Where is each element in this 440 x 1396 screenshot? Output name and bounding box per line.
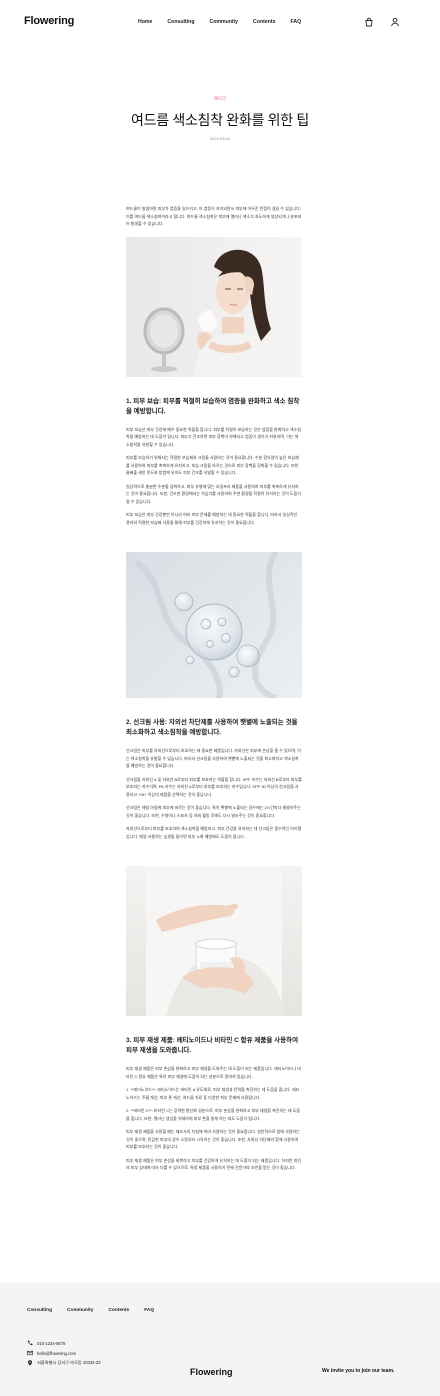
footer-nav-consulting[interactable]: Consulting [27, 1308, 52, 1313]
footer-contact: 010-1234-5678 hello@flowering.com 서울특별시 … [27, 1338, 101, 1368]
cream-jar-photo [126, 866, 302, 1016]
nav-community[interactable]: Community [210, 19, 239, 25]
skincare-woman-photo [126, 236, 302, 377]
mail-icon [27, 1350, 33, 1356]
section-1-paragraph: 피부를 보습하기 위해서는 적절한 보습제와 크림을 사용하는 것이 중요합니다… [126, 455, 300, 475]
footer-nav: Consulting Community Contents FAQ [27, 1308, 154, 1313]
section-3-paragraph: 피부 재생 제품은 피부 손상을 회복하고 피부를 건강하게 유지하는 데 도움… [126, 1157, 301, 1171]
post-date: 2022.03.04 [209, 136, 231, 141]
footer-email: hello@flowering.com [27, 1348, 101, 1358]
section-3-heading: 3. 피부 재생 제품: 레티노이드나 비타민 C 함유 제품을 사용하여 피부… [126, 1037, 299, 1054]
user-icon[interactable] [390, 17, 400, 27]
post-body: 여드름이 발생하면 피부가 염증을 일으키고, 이 염증이 지속되면서 피부에 … [126, 205, 302, 1178]
section-2-paragraph: 자외선으로부터 피부를 보호하여 색소침착을 예방하고, 피부 건강을 유지하는… [126, 826, 302, 839]
bag-icon[interactable] [364, 17, 374, 27]
footer-logo[interactable]: Flowering [190, 1367, 233, 1377]
section-1-heading: 1. 피부 보습: 피부를 적절히 보습하여 염증을 완화하고 색소 침착을 예… [126, 397, 300, 415]
section-2-paragraph: 선크림은 매일 아침에 피부에 바르는 것이 좋습니다. 특히 햇볕에 노출되는… [126, 805, 301, 818]
footer-address: 서울특별시 강서구 마곡동 33333-33 [27, 1358, 101, 1368]
section-3-paragraph: 피부 재생 제품을 사용할 때는 제조사의 지침에 따라 사용하는 것이 중요합… [126, 1129, 300, 1149]
post-category: 메이크 [213, 96, 227, 101]
site-logo[interactable]: Flowering [24, 15, 74, 27]
nav-consulting[interactable]: Consulting [167, 19, 194, 25]
nav-faq[interactable]: FAQ [291, 19, 302, 25]
serum-bubble-photo [126, 552, 302, 698]
footer-tagline: We invite you to join our team. [322, 1368, 395, 1374]
main-nav: Home Consulting Community Contents FAQ [138, 19, 301, 25]
section-3-paragraph: 1. **레티노이드**: 레티노이드는 비타민 A 유도체로, 피부 재생과 … [126, 1087, 300, 1100]
footer-nav-contents[interactable]: Contents [108, 1308, 129, 1313]
post-intro: 여드름이 발생하면 피부가 염증을 일으키고, 이 염증이 지속되면서 피부에 … [126, 206, 302, 226]
header-icons [364, 17, 400, 27]
nav-contents[interactable]: Contents [253, 19, 275, 25]
footer-nav-faq[interactable]: FAQ [144, 1308, 154, 1313]
site-header: Flowering Home Consulting Community Cont… [0, 0, 440, 46]
location-icon [28, 1360, 32, 1366]
section-2-paragraph: 선크림을 자외선 A 및 자외선 B로부터 피부를 보호하는 역할을 합니다. … [126, 776, 302, 797]
section-3-paragraph: 2. **비타민 C**: 비타민 C는 강력한 항산화 성분으로, 피부 손상… [126, 1108, 301, 1121]
section-1-paragraph: 피부 보습은 피부 건강뿐만 아니라 여러 피부 문제를 예방하는 데 중요한 … [126, 512, 298, 525]
post-title: 여드름 색소침착 완화를 위한 팁 [131, 112, 309, 128]
footer-phone: 010-1234-5678 [27, 1338, 101, 1348]
section-1-paragraph: 피부 보습은 피부 건강에 매우 중요한 역할을 합니다. 피부를 적절히 보습… [126, 426, 301, 447]
nav-home[interactable]: Home [138, 19, 152, 25]
section-3-paragraph: 피부 재생 제품은 피부 손상을 완화하고 피부 재생을 도와주는 데 도움이 … [126, 1066, 301, 1079]
section-2-paragraph: 선크림은 피부를 자외선으로부터 보호하는 데 중요한 제품입니다. 자외선은 … [126, 748, 301, 768]
footer-nav-community[interactable]: Community [67, 1308, 93, 1313]
site-footer: Consulting Community Contents FAQ 010-12… [0, 1283, 440, 1396]
section-1-paragraph: 일상적으로 충분한 수분을 섭취하고, 피부 유형에 맞는 오일프리 제품을 사… [126, 483, 301, 504]
phone-icon [27, 1340, 33, 1346]
section-2-heading: 2. 선크림 사용: 자외선 차단제를 사용하여 햇볕에 노출되는 것을 최소화… [126, 719, 298, 736]
